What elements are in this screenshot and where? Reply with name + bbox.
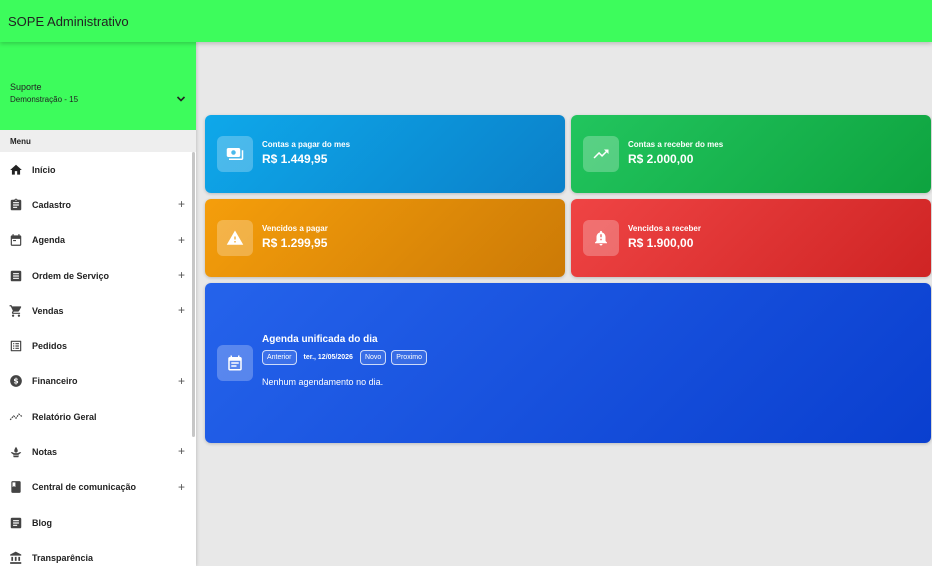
sidebar-item-ordem-servico[interactable]: Ordem de Serviço +: [0, 258, 196, 293]
sidebar-item-label: Ordem de Serviço: [32, 270, 110, 281]
article-icon: [10, 517, 22, 528]
card-label: Vencidos a pagar: [262, 224, 328, 233]
calendar-icon: [10, 234, 22, 247]
sidebar-item-label: Blog: [32, 517, 52, 528]
new-appointment-button[interactable]: Novo: [359, 350, 387, 365]
sidebar-item-relatorio-geral[interactable]: Relatório Geral: [0, 399, 196, 434]
sidebar-item-label: Financeiro: [32, 376, 78, 387]
sidebar-item-label: Início: [32, 164, 56, 175]
sidebar: Suporte Demonstração - 15 Menu Início Ca…: [0, 42, 196, 566]
event-icon: [228, 355, 242, 371]
card-contas-receber[interactable]: Contas a receber do mes R$ 2.000,00: [571, 115, 931, 193]
svg-text:$: $: [13, 377, 18, 386]
clipboard-icon: [10, 198, 22, 211]
book-icon: [11, 481, 21, 494]
hand-icon: [10, 446, 22, 458]
receipt-icon: [10, 340, 22, 352]
card-vencidos-pagar[interactable]: Vencidos a pagar R$ 1.299,95: [205, 199, 565, 277]
bell-alert-icon: [595, 230, 607, 246]
agenda-date: ter., 12/05/2026: [303, 354, 353, 361]
card-label: Contas a receber do mes: [628, 140, 724, 149]
card-value: R$ 1.900,00: [628, 236, 694, 250]
sidebar-item-notas[interactable]: Notas +: [0, 434, 196, 469]
sidebar-item-label: Transparência: [32, 552, 94, 563]
card-agenda: Agenda unificada do dia Anterior ter., 1…: [205, 283, 931, 443]
expand-plus-icon[interactable]: +: [178, 303, 185, 317]
card-value: R$ 1.449,95: [262, 152, 328, 166]
agenda-controls: Anterior ter., 12/05/2026 Novo Proximo: [262, 350, 427, 365]
sidebar-item-label: Central de comunicação: [32, 482, 137, 493]
sidebar-item-transparencia[interactable]: Transparência: [0, 540, 196, 566]
profile-name: Suporte: [10, 82, 42, 92]
card-value: R$ 2.000,00: [628, 152, 694, 166]
card-label: Contas a pagar do mes: [262, 140, 351, 149]
sidebar-item-label: Cadastro: [32, 199, 72, 210]
next-day-button[interactable]: Proximo: [391, 350, 427, 365]
sidebar-item-label: Agenda: [32, 235, 66, 246]
trend-icon: [9, 412, 23, 421]
expand-plus-icon[interactable]: +: [178, 374, 185, 388]
app-header: SOPE Administrativo: [0, 0, 932, 42]
card-value: R$ 1.299,95: [262, 236, 328, 250]
profile-subtitle: Demonstração - 15: [10, 95, 79, 104]
expand-plus-icon[interactable]: +: [178, 197, 185, 211]
chevron-down-icon[interactable]: [176, 94, 186, 104]
card-contas-pagar[interactable]: Contas a pagar do mes R$ 1.449,95: [205, 115, 565, 193]
agenda-empty-message: Nenhum agendamento no dia.: [262, 377, 384, 387]
sidebar-item-label: Notas: [32, 447, 58, 458]
expand-plus-icon[interactable]: +: [178, 268, 185, 282]
list-icon: [10, 270, 22, 281]
sidebar-scrollbar[interactable]: [192, 152, 195, 437]
expand-plus-icon[interactable]: +: [178, 480, 185, 494]
agenda-title: Agenda unificada do dia: [262, 334, 378, 345]
app-title: SOPE Administrativo: [8, 13, 129, 29]
expand-plus-icon[interactable]: +: [178, 444, 185, 458]
sidebar-item-cadastro[interactable]: Cadastro +: [0, 187, 196, 222]
sidebar-item-central-comunicacao[interactable]: Central de comunicação +: [0, 470, 196, 505]
sidebar-item-label: Relatório Geral: [32, 411, 97, 422]
sidebar-item-blog[interactable]: Blog: [0, 505, 196, 540]
expand-plus-icon[interactable]: +: [178, 233, 185, 247]
warning-icon: [226, 230, 244, 245]
trend-up-icon: [593, 149, 609, 159]
card-vencidos-receber[interactable]: Vencidos a receber R$ 1.900,00: [571, 199, 931, 277]
sidebar-item-label: Pedidos: [32, 341, 68, 352]
sidebar-item-financeiro[interactable]: $ Financeiro +: [0, 364, 196, 399]
cart-icon: [9, 304, 22, 317]
sidebar-item-label: Vendas: [32, 305, 64, 316]
card-label: Vencidos a receber: [628, 224, 701, 233]
money-icon: $: [10, 375, 22, 388]
sidebar-item-agenda[interactable]: Agenda +: [0, 223, 196, 258]
sidebar-item-inicio[interactable]: Início: [0, 152, 196, 187]
sidebar-item-pedidos[interactable]: Pedidos: [0, 328, 196, 363]
sidebar-item-vendas[interactable]: Vendas +: [0, 293, 196, 328]
menu-heading: Menu: [0, 130, 196, 152]
profile-panel[interactable]: Suporte Demonstração - 15: [0, 42, 196, 130]
cash-icon: [226, 148, 244, 160]
bank-icon: [10, 551, 22, 564]
previous-day-button[interactable]: Anterior: [262, 350, 297, 365]
home-icon: [10, 164, 22, 175]
